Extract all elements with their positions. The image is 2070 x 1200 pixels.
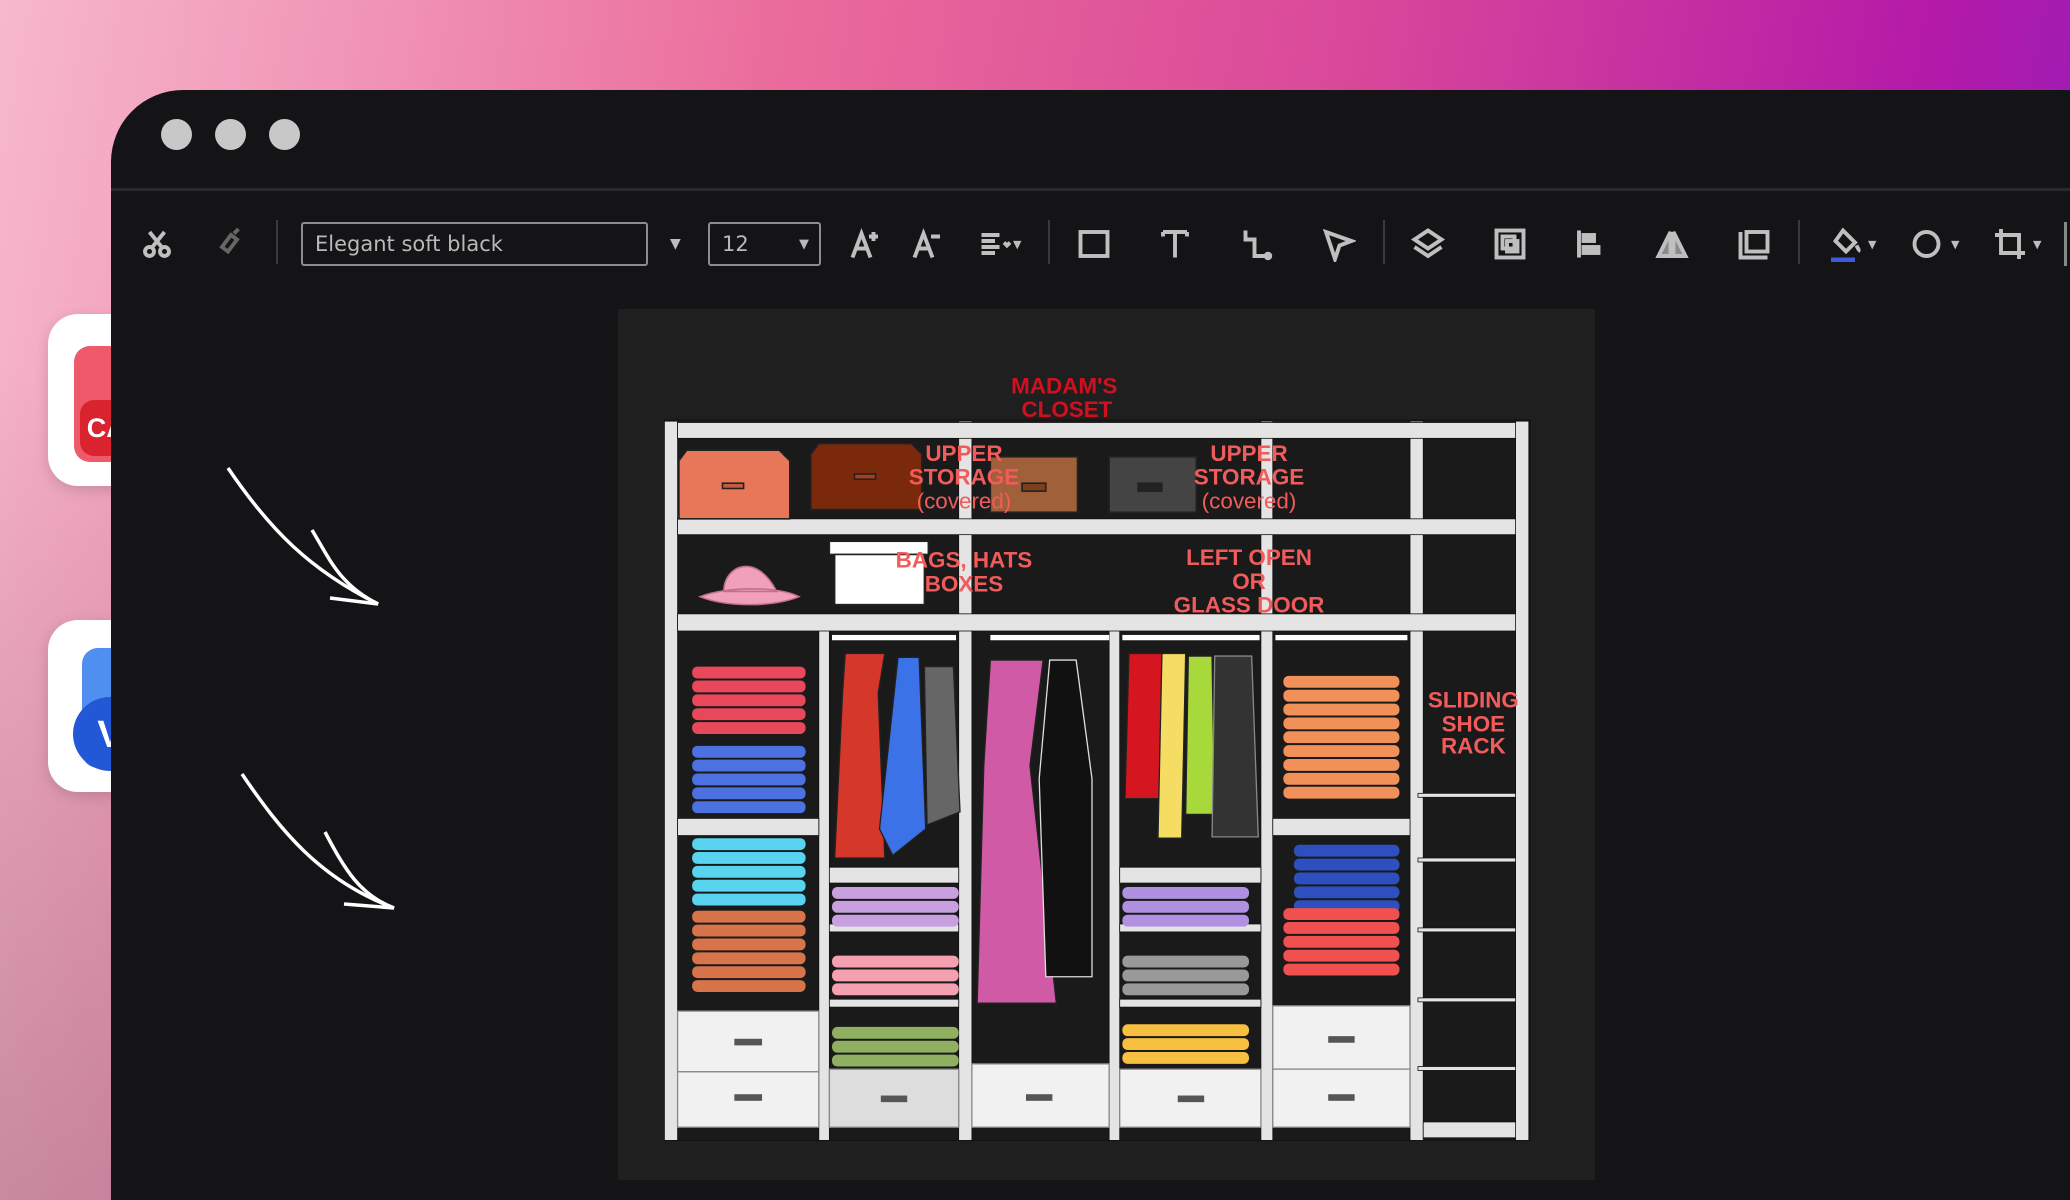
- folded-garment: [1122, 1038, 1250, 1051]
- folded-garment: [1283, 921, 1400, 934]
- folded-garment: [832, 1040, 959, 1053]
- font-family-dropdown-icon[interactable]: ▼: [670, 222, 681, 266]
- fill-color-icon[interactable]: [1826, 224, 1866, 264]
- folded-garment: [692, 838, 806, 851]
- increase-font-icon[interactable]: [846, 224, 886, 264]
- folded-garment: [692, 952, 806, 965]
- folded-garment: [1293, 886, 1400, 899]
- folded-garment: [692, 694, 806, 707]
- crop-icon[interactable]: [1990, 224, 2030, 264]
- folded-garment: [1283, 786, 1400, 799]
- closet-diagram[interactable]: MADAM'S CLOSET UPPER STORAGE (covered) UPPE…: [618, 309, 1595, 1180]
- text-icon[interactable]: [1155, 224, 1195, 264]
- arrow-cad: [226, 467, 379, 606]
- group-icon[interactable]: [1490, 224, 1530, 264]
- font-size-select[interactable]: 12 ▼: [708, 222, 821, 266]
- folded-garment: [692, 938, 806, 951]
- pointer-icon[interactable]: [1318, 224, 1358, 264]
- format-painter-icon[interactable]: [211, 224, 251, 264]
- folded-garment: [1283, 963, 1400, 976]
- folded-garment: [692, 745, 806, 758]
- chevron-down-icon: ▼: [799, 236, 809, 252]
- chevron-down-icon[interactable]: ▼: [1951, 222, 1959, 266]
- folded-garment: [692, 680, 806, 693]
- folded-garment: [1283, 675, 1400, 688]
- folded-garment: [692, 708, 806, 721]
- folded-garment: [1122, 900, 1250, 913]
- folded-garment: [1283, 949, 1400, 962]
- chevron-down-icon[interactable]: ▼: [1868, 222, 1876, 266]
- folded-garment: [1122, 983, 1250, 996]
- folded-garment: [1283, 935, 1400, 948]
- folded-garment: [1122, 1024, 1250, 1037]
- rectangle-icon[interactable]: [1074, 224, 1114, 264]
- folded-garment: [692, 966, 806, 979]
- folded-garment: [692, 759, 806, 772]
- shape-icon[interactable]: [1908, 224, 1948, 264]
- folded-garment: [1283, 703, 1400, 716]
- folded-garment: [692, 852, 806, 864]
- folded-garment: [692, 924, 806, 937]
- folded-garment: [832, 887, 959, 899]
- layers-icon[interactable]: [1408, 224, 1448, 264]
- folded-garment: [1122, 955, 1250, 968]
- decrease-font-icon[interactable]: [908, 224, 948, 264]
- folded-garment: [832, 914, 959, 927]
- arrow-visio: [240, 773, 395, 910]
- font-family-input[interactable]: Elegant soft black: [301, 222, 648, 266]
- folded-garment: [692, 910, 806, 923]
- folded-garment: [1293, 872, 1400, 885]
- folded-garment: [692, 722, 806, 734]
- toolbar-divider: [1383, 220, 1385, 264]
- folded-garment: [1283, 772, 1400, 785]
- folded-garment: [1293, 858, 1400, 871]
- folded-garment: [1283, 908, 1400, 921]
- folded-garment: [692, 666, 806, 679]
- folded-garment: [1283, 717, 1400, 730]
- font-size-value: 12: [722, 232, 749, 256]
- folded-garment: [832, 900, 959, 913]
- toolbar-overflow: [2064, 222, 2067, 266]
- chevron-down-icon[interactable]: ▼: [2033, 222, 2041, 266]
- folded-garment: [692, 773, 806, 786]
- folded-garment: [1283, 759, 1400, 771]
- folded-garment: [1283, 689, 1400, 702]
- chevron-down-icon[interactable]: ▼: [1013, 222, 1021, 266]
- closet-title: MADAM'S CLOSET: [1011, 373, 1117, 422]
- folded-garment: [832, 1054, 959, 1067]
- folded-garment: [1293, 844, 1400, 857]
- align-left-icon[interactable]: [1571, 224, 1611, 264]
- folded-garment: [1122, 914, 1250, 927]
- toolbar-divider: [1048, 220, 1050, 264]
- flip-icon[interactable]: [1652, 224, 1692, 264]
- folded-garment: [832, 969, 959, 982]
- toolbar-divider: [1798, 220, 1800, 264]
- folded-garment: [1122, 887, 1250, 899]
- folded-garment: [1122, 969, 1250, 982]
- folded-garment: [1122, 1051, 1250, 1064]
- toolbar-divider: [276, 220, 278, 264]
- container-icon[interactable]: [1734, 224, 1774, 264]
- folded-garment: [1283, 745, 1400, 758]
- folded-garment: [692, 865, 806, 878]
- scissors-icon[interactable]: [137, 224, 177, 264]
- folded-garment: [832, 1026, 959, 1039]
- folded-garment: [832, 983, 959, 996]
- connector-icon[interactable]: [1236, 224, 1276, 264]
- folded-garment: [692, 801, 806, 814]
- folded-garment: [692, 893, 806, 906]
- align-icon[interactable]: [975, 224, 1015, 264]
- folded-garment: [692, 879, 806, 892]
- folded-garment: [832, 955, 959, 968]
- folded-garment: [692, 980, 806, 992]
- folded-garment: [692, 787, 806, 800]
- folded-garment: [1283, 731, 1400, 744]
